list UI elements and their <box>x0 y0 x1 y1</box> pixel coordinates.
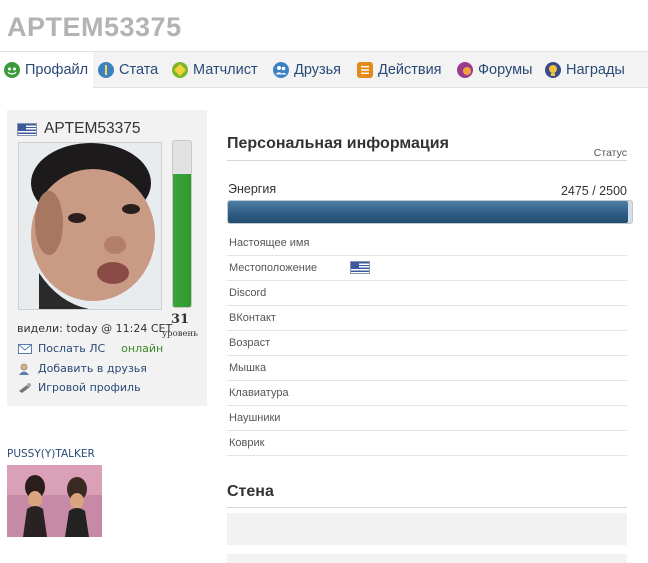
info-row-discord: Discord <box>227 280 627 306</box>
wall-post <box>227 554 627 563</box>
sidebar-username: APTEM53375 <box>44 120 141 137</box>
info-row-label: Наушники <box>229 412 281 424</box>
info-row-label: Мышка <box>229 362 267 374</box>
tab-actions-label: Действия <box>378 61 442 78</box>
info-row-headphones: Наушники <box>227 405 627 431</box>
tab-friends-label: Друзья <box>294 61 342 78</box>
matchlist-icon <box>172 61 188 78</box>
signature-name[interactable]: PUSSY(Y)TALKER <box>7 448 95 460</box>
tab-awards-label: Награды <box>566 61 625 78</box>
info-row-label: Местоположение <box>229 262 318 274</box>
tab-matchlist[interactable]: Матчлист <box>172 52 258 87</box>
divider <box>227 507 627 508</box>
info-row-label: Discord <box>229 287 267 299</box>
tab-profile-label: Профайл <box>25 61 89 78</box>
tab-actions[interactable]: Действия <box>357 52 442 87</box>
add-user-icon <box>18 363 32 375</box>
wall-input[interactable] <box>227 513 627 545</box>
sidebar-user-header: APTEM53375 <box>17 120 141 138</box>
info-row-mousepad: Коврик <box>227 430 627 456</box>
online-status: онлайн <box>121 342 164 355</box>
game-profile-icon <box>18 382 32 394</box>
info-row-age: Возраст <box>227 330 627 356</box>
profile-icon <box>4 61 20 78</box>
info-row-vkontakte: ВКонтакт <box>227 305 627 331</box>
avatar <box>18 142 162 310</box>
tab-awards[interactable]: Награды <box>545 52 625 87</box>
info-row-mouse: Мышка <box>227 355 627 381</box>
profile-tabs: Профайл Стата Матчлист Друзья Действия Ф… <box>0 51 648 88</box>
info-row-real-name: Настоящее имя <box>227 230 627 256</box>
send-message-link[interactable]: Послать ЛС онлайн <box>18 342 163 355</box>
send-message-label: Послать ЛС <box>38 342 106 355</box>
info-row-label: Настоящее имя <box>229 237 310 249</box>
envelope-icon <box>18 343 32 355</box>
tab-stats-label: Стата <box>119 61 159 78</box>
info-row-label: ВКонтакт <box>229 312 276 324</box>
page-title: APTEM53375 <box>7 12 182 42</box>
info-row-label: Возраст <box>229 337 271 349</box>
energy-label: Энергия <box>228 182 277 196</box>
stats-icon <box>98 61 114 78</box>
country-flag-icon <box>350 261 370 274</box>
awards-icon <box>545 61 561 78</box>
actions-icon <box>357 61 373 78</box>
signature-image <box>7 465 102 537</box>
tab-matchlist-label: Матчлист <box>193 61 258 78</box>
level-progress-fill <box>173 174 191 307</box>
tab-forums-label: Форумы <box>478 61 533 78</box>
personal-info-heading: Персональная информация <box>227 135 449 152</box>
forums-icon <box>457 61 473 78</box>
last-seen: видели: today @ 11:24 CET <box>17 322 173 335</box>
add-friend-label: Добавить в друзья <box>38 362 147 375</box>
tab-forums[interactable]: Форумы <box>457 52 532 87</box>
game-profile-link[interactable]: Игровой профиль <box>18 381 141 394</box>
tab-friends[interactable]: Друзья <box>273 52 341 87</box>
tab-profile[interactable]: Профайл <box>0 52 93 88</box>
wall-heading: Стена <box>227 483 274 500</box>
info-row-keyboard: Клавиатура <box>227 380 627 406</box>
energy-value: 2475 / 2500 <box>560 184 627 198</box>
country-flag-icon <box>17 122 37 136</box>
status-label: Статус <box>593 147 627 159</box>
info-row-label: Коврик <box>229 437 265 449</box>
level-progress-bar <box>172 140 192 308</box>
location-value <box>350 261 370 277</box>
divider <box>227 160 627 161</box>
friends-icon <box>273 61 289 78</box>
game-profile-label: Игровой профиль <box>38 381 141 394</box>
energy-bar-fill <box>228 201 628 223</box>
info-row-label: Клавиатура <box>229 387 289 399</box>
tab-stats[interactable]: Стата <box>98 52 158 87</box>
energy-bar <box>227 200 633 224</box>
info-row-location: Местоположение <box>227 255 627 281</box>
add-friend-link[interactable]: Добавить в друзья <box>18 362 147 375</box>
